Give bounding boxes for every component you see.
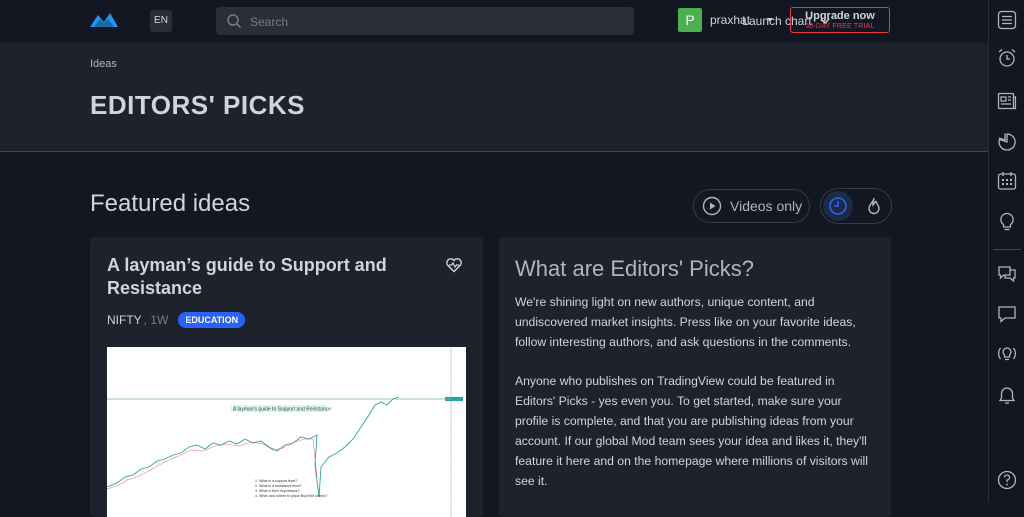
help-icon[interactable] — [997, 470, 1017, 490]
chart-list-item: 2. What is a resistance level? — [255, 484, 302, 488]
news-icon[interactable] — [997, 91, 1017, 111]
play-circle-icon — [702, 196, 722, 216]
info-paragraph-2: Anyone who publishes on TradingView coul… — [515, 374, 868, 488]
chart-list-item: 3. What is their importance? — [255, 489, 300, 493]
svg-text:·····: ····· — [453, 434, 458, 438]
info-title: What are Editors' Picks? — [515, 256, 754, 281]
editors-picks-info: What are Editors' Picks? We're shining l… — [499, 237, 891, 517]
caret-down-icon[interactable] — [766, 16, 774, 24]
svg-text:·····: ····· — [453, 474, 458, 478]
tradingview-logo-icon[interactable] — [88, 9, 120, 31]
sort-popular-button[interactable] — [859, 191, 889, 221]
right-toolbar — [988, 0, 1024, 502]
page-title: EDITORS' PICKS — [90, 90, 305, 120]
broadcast-idea-icon[interactable] — [997, 344, 1017, 364]
chart-annotation: A layman's guide to Support and Resistan… — [233, 407, 331, 413]
idea-meta: NIFTY , 1W EDUCATION — [107, 312, 246, 328]
chat-icon[interactable] — [997, 263, 1017, 283]
bell-icon[interactable] — [997, 386, 1017, 406]
lightbulb-icon[interactable] — [997, 212, 1017, 232]
search-bar[interactable]: Launch chart — [216, 7, 830, 35]
breadcrumb[interactable]: Ideas — [90, 58, 117, 70]
calendar-icon[interactable] — [997, 171, 1017, 191]
idea-chart-thumbnail[interactable]: ····· ····· ····· ····· ····· ····· ····· ··… — [107, 347, 466, 517]
menu-icon[interactable] — [997, 10, 1017, 30]
svg-text:·····: ····· — [453, 354, 458, 358]
search-input[interactable] — [248, 11, 522, 33]
upgrade-subtitle: 30-DAY FREE TRIAL — [805, 23, 875, 30]
chart-list-item: 1. What is a support level? — [255, 479, 297, 483]
idea-card[interactable]: A layman’s guide to Support and Resistan… — [90, 237, 483, 517]
clock-icon — [829, 197, 847, 215]
upgrade-title: Upgrade now — [805, 10, 875, 22]
toolbar-divider — [993, 249, 1021, 250]
videos-only-label: Videos only — [730, 198, 803, 214]
idea-symbol[interactable]: NIFTY — [107, 313, 142, 327]
fire-icon — [868, 197, 880, 215]
idea-title[interactable]: A layman’s guide to Support and Resistan… — [107, 254, 417, 300]
upgrade-button[interactable]: Upgrade now 30-DAY FREE TRIAL — [790, 7, 890, 33]
search-icon — [227, 14, 242, 29]
idea-interval: , 1W — [143, 313, 169, 327]
page-header: Ideas EDITORS' PICKS — [0, 43, 988, 152]
avatar[interactable]: P — [678, 8, 702, 32]
svg-text:·····: ····· — [453, 494, 458, 498]
svg-text:·····: ····· — [453, 374, 458, 378]
chart-list-item: 4. When and where to place Buy/Sell orde… — [255, 494, 327, 498]
language-button[interactable]: EN — [150, 10, 172, 32]
svg-text:·····: ····· — [453, 454, 458, 458]
videos-only-button[interactable]: Videos only — [693, 189, 810, 223]
alarm-clock-icon[interactable] — [997, 48, 1017, 68]
top-bar: EN Launch chart P praxhat Upgrade now 30… — [0, 0, 988, 42]
featured-ideas-heading: Featured ideas — [90, 190, 251, 217]
sort-recent-button[interactable] — [823, 191, 853, 221]
message-icon[interactable] — [997, 304, 1017, 324]
sort-toggle — [820, 188, 892, 224]
category-badge[interactable]: EDUCATION — [178, 312, 246, 328]
idea-chart-image: ·········· ·········· ·········· ·······… — [107, 347, 466, 517]
svg-text:·····: ····· — [453, 414, 458, 418]
username[interactable]: praxhat — [710, 13, 750, 27]
info-paragraph-1: We're shining light on new authors, uniq… — [515, 295, 856, 349]
pie-chart-icon[interactable] — [997, 132, 1017, 152]
heart-pulse-icon[interactable] — [445, 256, 463, 274]
